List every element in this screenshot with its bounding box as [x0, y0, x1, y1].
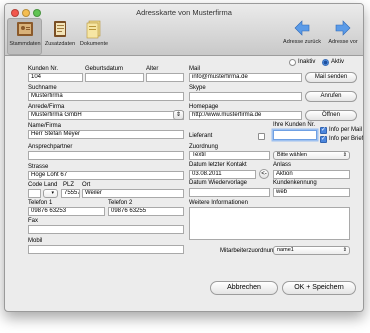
card-file-icon — [17, 22, 33, 36]
fax-label: Fax — [28, 218, 39, 224]
mitarbeiter-label: Mitarbeiterzuordnung: — [220, 248, 279, 254]
mail-send-button[interactable]: Mail senden — [305, 72, 357, 83]
fax-field[interactable] — [28, 225, 184, 234]
ihre-kundennr-field[interactable] — [273, 130, 317, 140]
tab-zusatzdaten[interactable]: Zusatzdaten — [42, 19, 78, 47]
save-button[interactable]: OK + Speichern — [282, 281, 356, 295]
tab-zusatzdaten-label: Zusatzdaten — [44, 41, 76, 47]
previous-address-button[interactable]: Adresse zurück — [279, 19, 325, 45]
tab-stammdaten[interactable]: Stammdaten — [8, 19, 42, 47]
anlass-field[interactable]: Aktion — [273, 170, 350, 179]
homepage-field[interactable]: http://www.musterfirma.de — [189, 111, 302, 120]
datum-wiedervorlage-label: Datum Wiedervorlage — [189, 180, 248, 186]
address-card-window: Adresskarte von Musterfirma Stammdaten Z… — [4, 3, 364, 312]
set-today-button[interactable]: <- — [259, 169, 269, 179]
tab-dokumente[interactable]: Dokumente — [77, 19, 111, 47]
skype-label: Skype — [189, 85, 206, 91]
mobil-label: Mobil — [28, 238, 43, 244]
ort-field[interactable]: Weiler — [82, 189, 184, 198]
alter-label: Alter — [146, 66, 159, 72]
ansprechpartner-label: Ansprechpartner — [28, 144, 73, 150]
lieferant-checkbox[interactable] — [258, 133, 265, 140]
info-brief-checkbox[interactable]: ✓ — [320, 136, 327, 143]
kundennr-field[interactable]: 104 — [28, 73, 83, 82]
weitere-textarea[interactable] — [189, 207, 350, 240]
cancel-button[interactable]: Abbrechen — [210, 281, 278, 295]
datum-kontakt-label: Datum letzter Kontakt — [189, 162, 247, 168]
previous-address-label: Adresse zurück — [283, 39, 321, 45]
anrede-dropdown-arrow-icon[interactable]: ⇕ — [173, 110, 184, 120]
geburtsdatum-field[interactable] — [85, 73, 144, 82]
zuordnung-field[interactable]: Textil — [189, 151, 270, 160]
datum-wiedervorlage-field[interactable] — [189, 188, 270, 197]
titlebar: Adresskarte von Musterfirma Stammdaten Z… — [5, 4, 363, 56]
name-field[interactable]: Herr Stefan Meyer — [28, 130, 184, 139]
code-label: Code — [28, 182, 43, 188]
next-address-label: Adresse vor — [328, 39, 358, 45]
documents-icon — [86, 20, 101, 39]
zuordnung-select[interactable]: Bitte wählen ⇕ — [273, 151, 350, 160]
telefon1-label: Telefon 1 — [28, 200, 53, 206]
plz-label: PLZ — [63, 182, 75, 188]
suchname-field[interactable]: Musterfirma — [28, 92, 184, 101]
zuordnung-select-value: Bitte wählen — [277, 152, 307, 158]
skype-field[interactable] — [189, 92, 302, 101]
window-title: Adresskarte von Musterfirma — [136, 8, 232, 17]
datum-kontakt-field[interactable]: 03.08.2011 — [189, 170, 256, 179]
mitarbeiter-select-value: name1 — [277, 247, 294, 253]
kundenkennung-field[interactable]: web — [273, 188, 350, 197]
weitere-label: Weitere Informationen — [189, 200, 248, 206]
land-select[interactable]: ▾ — [43, 189, 58, 198]
strasse-label: Strasse — [28, 164, 49, 170]
info-mail-label: Info per Mail — [329, 127, 363, 133]
telefon2-field[interactable]: 09876 63255 — [108, 207, 184, 216]
select-arrows-icon: ⇕ — [342, 152, 347, 158]
ort-label: Ort — [82, 182, 91, 188]
kundennr-label: Kunden Nr. — [28, 66, 59, 72]
open-homepage-button[interactable]: Öffnen — [305, 110, 357, 121]
lieferant-label: Lieferant — [189, 133, 213, 139]
call-button[interactable]: Anrufen — [305, 91, 357, 102]
anlass-label: Anlass — [273, 162, 292, 168]
land-label: Land — [44, 182, 58, 188]
mail-field[interactable]: info@musterfirma.de — [189, 73, 302, 82]
tab-dokumente-label: Dokumente — [79, 41, 109, 47]
telefon1-field[interactable]: 09876 63253 — [28, 207, 105, 216]
ihre-kundennr-label: Ihre Kunden Nr. — [273, 122, 316, 128]
anrede-field[interactable]: Musterfirma GmbH — [28, 111, 184, 120]
aktiv-label: Aktiv — [331, 59, 345, 65]
anrede-label: Anrede/Firma — [28, 104, 65, 110]
tab-stammdaten-label: Stammdaten — [9, 41, 41, 47]
suchname-label: Suchname — [28, 85, 57, 91]
notebook-icon — [54, 21, 66, 37]
chevron-down-icon: ▾ — [51, 190, 54, 196]
strasse-field[interactable]: Hoge Loht 67 — [28, 171, 184, 180]
select-arrows-icon: ⇕ — [342, 247, 347, 253]
code-field[interactable] — [28, 189, 41, 198]
zuordnung-label: Zuordnung — [189, 144, 219, 150]
homepage-label: Homepage — [189, 104, 219, 110]
telefon2-label: Telefon 2 — [108, 200, 133, 206]
next-address-button[interactable]: Adresse vor — [323, 19, 363, 45]
alter-field[interactable] — [146, 73, 184, 82]
aktiv-radio[interactable] — [322, 59, 329, 66]
mitarbeiter-select[interactable]: name1 ⇕ — [273, 246, 350, 255]
arrow-left-icon — [294, 20, 310, 36]
mobil-field[interactable] — [28, 245, 184, 254]
info-mail-checkbox[interactable]: ✓ — [320, 127, 327, 134]
plz-field[interactable]: 75557 — [61, 189, 80, 198]
geburtsdatum-label: Geburtsdatum — [85, 66, 124, 72]
inaktiv-label: Inaktiv — [298, 59, 316, 65]
kundenkennung-label: Kundenkennung — [273, 180, 317, 186]
name-label: Name/Firma — [28, 123, 62, 129]
mail-label: Mail — [189, 66, 201, 72]
info-brief-label: Info per Brief — [329, 136, 364, 142]
arrow-right-icon — [335, 20, 351, 36]
ansprechpartner-field[interactable] — [28, 151, 184, 160]
inaktiv-radio[interactable] — [289, 59, 296, 66]
